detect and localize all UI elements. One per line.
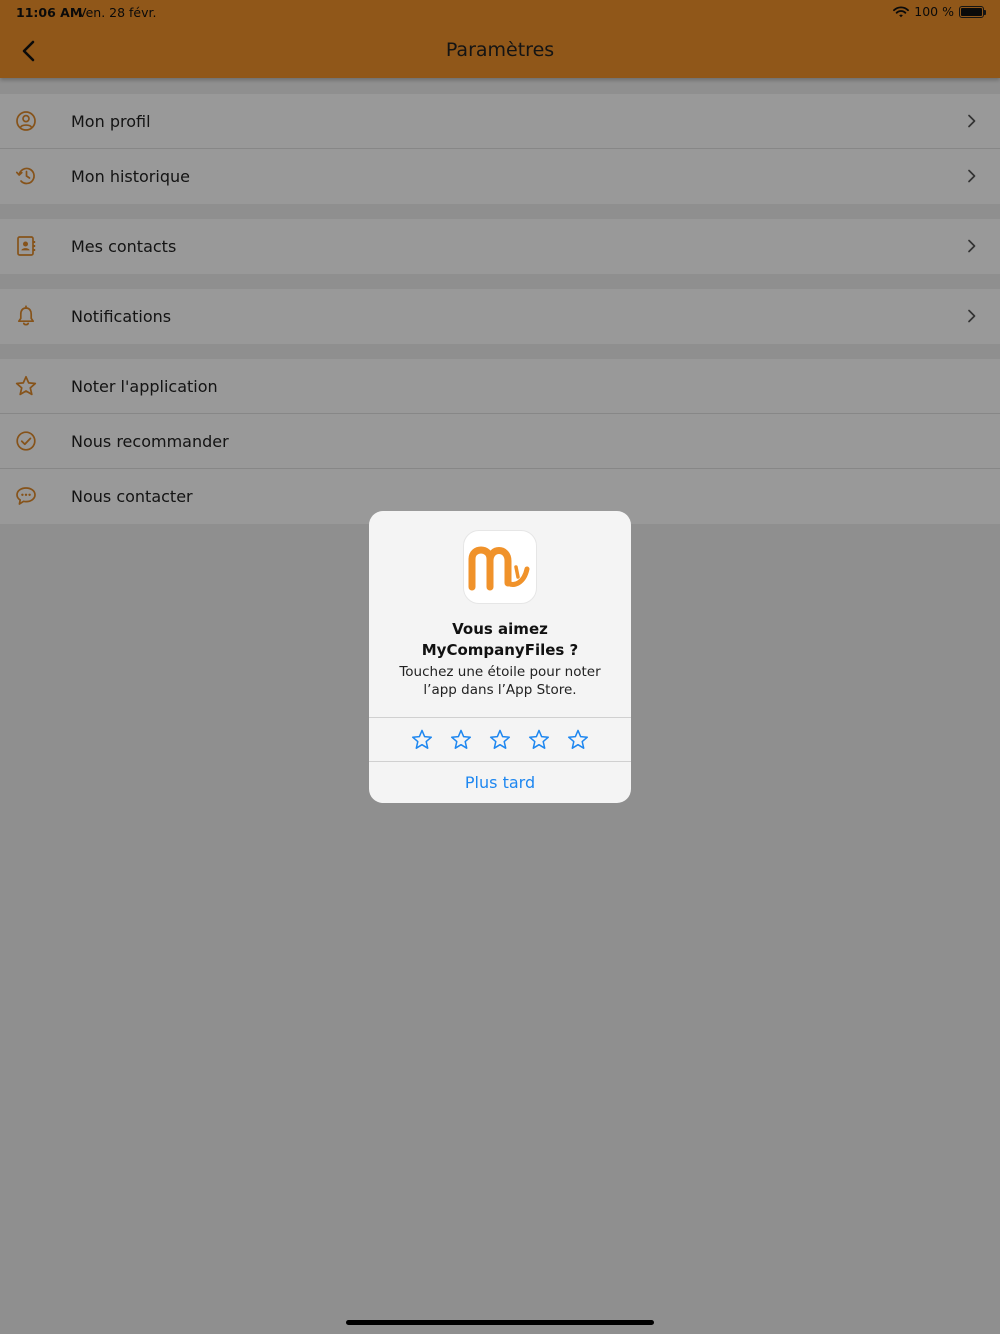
dialog-title: Vous aimez MyCompanyFiles ? <box>421 620 579 659</box>
settings-screen: 11:06 AM Ven. 28 févr. 100 % Paramètres <box>0 0 1000 1334</box>
later-button[interactable]: Plus tard <box>369 762 631 803</box>
star-2-icon[interactable] <box>449 728 473 752</box>
dialog-message: Touchez une étoile pour noter l’app dans… <box>399 664 601 698</box>
app-logo-mark <box>468 546 530 591</box>
mycompanyfiles-logo-icon <box>463 530 537 604</box>
star-4-icon[interactable] <box>527 728 551 752</box>
star-1-icon[interactable] <box>410 728 434 752</box>
star-rating <box>369 718 631 761</box>
rating-dialog: Vous aimez MyCompanyFiles ? Touchez une … <box>369 511 631 803</box>
star-3-icon[interactable] <box>488 728 512 752</box>
home-indicator[interactable] <box>346 1320 654 1325</box>
star-5-icon[interactable] <box>566 728 590 752</box>
